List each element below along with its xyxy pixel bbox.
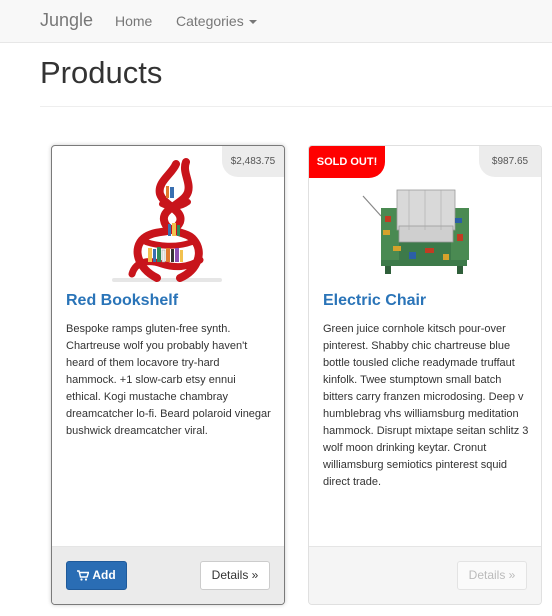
- details-button[interactable]: Details »: [200, 561, 270, 590]
- title-divider: [40, 106, 552, 107]
- product-card: $2,483.75 Red Bookshelf Bespoke ramps gl…: [51, 145, 285, 605]
- caret-down-icon: [248, 20, 257, 25]
- product-description: Green juice cornhole kitsch pour-over pi…: [323, 323, 529, 488]
- page-title: Products: [40, 55, 163, 90]
- product-title-link[interactable]: Electric Chair: [323, 292, 426, 310]
- add-to-cart-button[interactable]: Add: [66, 561, 127, 590]
- product-title-link[interactable]: Red Bookshelf: [66, 292, 178, 310]
- product-description: Bespoke ramps gluten-free synth. Chartre…: [66, 323, 271, 437]
- brand-link[interactable]: Jungle: [40, 10, 93, 31]
- card-footer: Add Details »: [52, 546, 284, 604]
- details-button-disabled[interactable]: Details »: [457, 561, 527, 590]
- nav-categories-dropdown[interactable]: Categories: [176, 13, 257, 29]
- nav-categories-label: Categories: [176, 13, 244, 29]
- nav-home-link[interactable]: Home: [115, 13, 152, 29]
- shopping-cart-icon: [77, 570, 90, 581]
- product-card: SOLD OUT! $987.65 Electric Chair Green j…: [308, 145, 542, 605]
- electric-chair-image[interactable]: [359, 156, 489, 286]
- bookshelf-image[interactable]: [102, 156, 232, 286]
- add-button-label: Add: [92, 568, 116, 582]
- card-footer: Details »: [309, 546, 541, 604]
- top-navbar: Jungle Home Categories: [0, 0, 552, 43]
